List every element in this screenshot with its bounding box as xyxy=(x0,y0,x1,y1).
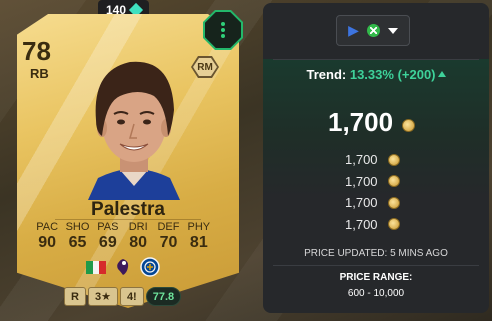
panel-top-divider xyxy=(273,59,479,60)
price-row: 1,700 xyxy=(345,192,400,214)
preferred-foot-chip: R xyxy=(64,287,86,306)
playstation-icon: ▶ xyxy=(348,22,359,38)
stat-phy: PHY 81 xyxy=(187,221,211,251)
player-rating: 78 xyxy=(22,36,51,66)
coin-icon xyxy=(387,196,400,209)
player-name: Palestra xyxy=(91,199,165,220)
attribute-chips: R 3★ 4! 77.8 xyxy=(64,287,182,306)
vertical-dots-icon xyxy=(221,22,225,38)
trend-up-icon xyxy=(437,71,446,77)
price-row: 1,700 xyxy=(345,214,400,236)
stat-dri: DRI 80 xyxy=(128,221,148,251)
price-list: 1,700 1,700 1,700 1,700 xyxy=(345,149,400,235)
panel-bottom-divider xyxy=(273,265,479,266)
chelsea-crest-icon xyxy=(140,257,160,277)
price-range-label: PRICE RANGE: xyxy=(339,272,413,283)
coin-icon xyxy=(387,218,400,231)
premier-league-icon xyxy=(117,259,129,275)
player-position: RB xyxy=(30,66,49,81)
nation-league-club xyxy=(86,257,160,277)
price-updated: PRICE UPDATED: 5 MINS AGO xyxy=(304,248,448,259)
chevron-down-icon xyxy=(387,27,398,34)
price-range-value: 600 - 10,000 xyxy=(347,288,405,299)
score-chip: 77.8 xyxy=(145,287,182,306)
stat-pac: PAC 90 xyxy=(36,221,59,251)
trend-percent: 13.33% xyxy=(349,67,394,82)
trend-delta: (+200) xyxy=(397,67,436,82)
italy-flag-icon xyxy=(86,260,107,274)
price-panel: ▶ Trend: 13.33% (+200) 1,700 1,700 1,700… xyxy=(263,3,489,313)
stats-grid: PAC 90 SHO 65 PAS 69 DRI 80 DEF 70 PHY 81 xyxy=(32,221,214,252)
coin-icon xyxy=(387,175,400,188)
main-price: 1,700 xyxy=(328,107,394,137)
price-row: 1,700 xyxy=(345,149,400,171)
player-portrait xyxy=(88,61,180,200)
trend-line: Trend: 13.33% (+200) xyxy=(263,67,489,82)
xbox-icon xyxy=(366,24,380,37)
platform-select[interactable]: ▶ xyxy=(336,15,410,46)
weak-foot-chip: 3★ xyxy=(87,287,118,306)
coin-icon xyxy=(387,153,400,166)
stat-pas: PAS 69 xyxy=(97,221,119,251)
skill-moves-chip: 4! xyxy=(119,287,144,306)
stat-def: DEF 70 xyxy=(157,221,180,251)
stat-sho: SHO 65 xyxy=(65,221,90,251)
trend-label: Trend: xyxy=(306,67,347,82)
price-row: 1,700 xyxy=(345,171,400,193)
coin-icon xyxy=(402,119,415,132)
